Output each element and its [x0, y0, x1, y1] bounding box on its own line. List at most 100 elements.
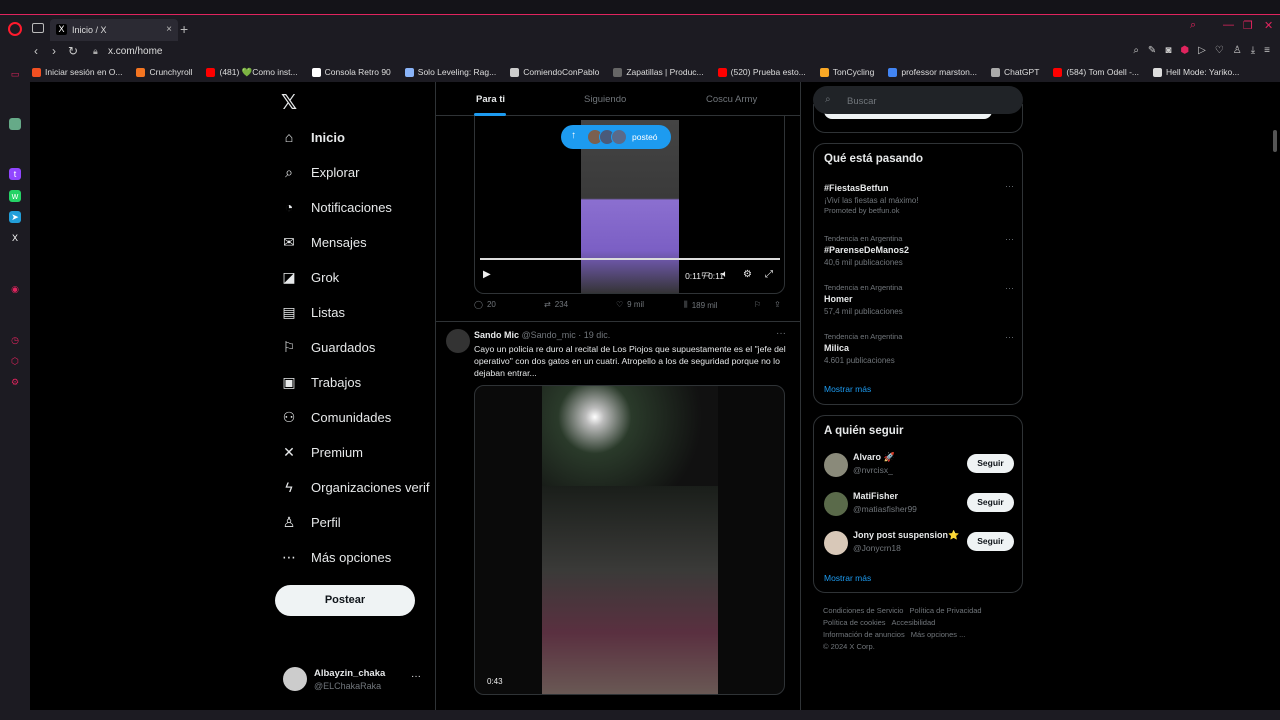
search-tabs-icon[interactable]: ⌕: [1190, 19, 1196, 32]
more-icon[interactable]: ···: [411, 671, 421, 682]
views-button[interactable]: ⫼ 189 mil: [684, 300, 717, 310]
bookmark-item[interactable]: Zapatillas | Produc...: [613, 67, 704, 77]
follow-suggestion[interactable]: Jony post suspension⭐ @Jonycrn18 Seguir: [824, 530, 1014, 558]
vpn-shield-icon[interactable]: ⬢: [1180, 45, 1189, 56]
post-button[interactable]: Postear: [275, 585, 415, 616]
nav-item-notificaciones[interactable]: ◔ Notificaciones: [281, 195, 441, 219]
video-progress-bar[interactable]: [480, 258, 780, 260]
minimize-icon[interactable]: —: [1223, 19, 1234, 31]
follow-suggestion[interactable]: Alvaro 🚀 @nvrcisx_ Seguir: [824, 452, 1014, 480]
bookmark-item[interactable]: Consola Retro 90: [311, 67, 391, 77]
footer-link[interactable]: Información de anuncios: [823, 630, 905, 639]
cube-icon[interactable]: ⬡: [9, 355, 21, 367]
bookmark-item[interactable]: Solo Leveling: Rag...: [404, 67, 496, 77]
page-scrollbar[interactable]: [1273, 130, 1277, 152]
nav-item-premium[interactable]: ✕ Premium: [281, 440, 441, 464]
more-icon[interactable]: ···: [1005, 332, 1014, 342]
browser-tab[interactable]: X Inicio / X ×: [50, 19, 178, 41]
bookmark-item[interactable]: Hell Mode: Yariko...: [1152, 67, 1239, 77]
twitch-icon[interactable]: t: [9, 168, 21, 180]
tweet2-video[interactable]: 0:43: [474, 385, 785, 695]
avatar[interactable]: [446, 329, 470, 353]
settings-icon[interactable]: ⚙: [743, 269, 752, 280]
history-icon[interactable]: ◷: [9, 334, 21, 346]
bookmark-item[interactable]: professor marston...: [888, 67, 977, 77]
footer-link[interactable]: Más opciones ...: [911, 630, 966, 639]
nav-item-organizaciones[interactable]: ϟ Organizaciones verif: [281, 475, 441, 499]
nav-item-guardados[interactable]: ⚐ Guardados: [281, 335, 441, 359]
url-field[interactable]: x.com/home: [108, 46, 162, 57]
whatsapp-icon[interactable]: w: [9, 190, 21, 202]
play-icon[interactable]: ▷: [1198, 45, 1206, 56]
fullscreen-icon[interactable]: ⤢: [765, 269, 773, 280]
nav-item-más[interactable]: ⋯ Más opciones: [281, 545, 441, 569]
author-handle[interactable]: @Sando_mic · 19 dic.: [522, 330, 611, 340]
new-tab-button[interactable]: +: [180, 21, 188, 37]
nav-item-explorar[interactable]: ⌕ Explorar: [281, 160, 441, 184]
more-icon[interactable]: ···: [1005, 283, 1014, 293]
follow-button[interactable]: Seguir: [967, 532, 1014, 551]
edit-icon[interactable]: ✎: [1148, 45, 1156, 56]
footer-link[interactable]: Accesibilidad: [892, 618, 936, 627]
follow-button[interactable]: Seguir: [967, 493, 1014, 512]
nav-item-mensajes[interactable]: ✉ Mensajes: [281, 230, 441, 254]
show-more-link[interactable]: Mostrar más: [824, 573, 871, 583]
follow-suggestion[interactable]: MatiFisher @matiasfisher99 Seguir: [824, 491, 1014, 519]
tab-siguiendo[interactable]: Siguiendo: [584, 94, 626, 105]
captions-icon[interactable]: ▭: [701, 269, 710, 280]
like-button[interactable]: ♡ 9 mil: [616, 300, 644, 309]
nav-item-listas[interactable]: ▤ Listas: [281, 300, 441, 324]
nav-item-grok[interactable]: ◪ Grok: [281, 265, 441, 289]
nav-item-perfil[interactable]: ♙ Perfil: [281, 510, 441, 534]
new-posts-pill[interactable]: ↑ posteó: [561, 125, 671, 149]
nav-item-inicio[interactable]: ⌂ Inicio: [281, 125, 441, 149]
x-sidebar-icon[interactable]: X: [9, 232, 21, 244]
follow-button[interactable]: Seguir: [967, 454, 1014, 473]
maximize-icon[interactable]: ❐: [1243, 19, 1253, 32]
trend-item[interactable]: Tendencia en Argentina Homer 57,4 mil publ…: [824, 283, 1014, 316]
account-switcher[interactable]: Albayzin_chaka @ELChakaRaka ···: [283, 665, 433, 695]
tab-islands-icon[interactable]: [32, 23, 44, 33]
profile-icon[interactable]: ♙: [1233, 45, 1242, 56]
repost-button[interactable]: ⇄ 234: [544, 300, 568, 309]
footer-link[interactable]: Política de cookies: [823, 618, 886, 627]
reply-button[interactable]: ◯ 20: [474, 300, 496, 309]
show-more-link[interactable]: Mostrar más: [824, 384, 871, 394]
menu-icon[interactable]: ≡: [1264, 45, 1270, 56]
footer-link[interactable]: Política de Privacidad: [909, 606, 981, 615]
trend-item[interactable]: Tendencia en Argentina Milica 4.601 public…: [824, 332, 1014, 365]
camera-icon[interactable]: ◙: [1165, 45, 1171, 56]
forward-icon[interactable]: ›: [52, 44, 56, 58]
bookmark-item[interactable]: ComiendoConPablo: [510, 67, 599, 77]
telegram-icon[interactable]: ➤: [9, 211, 21, 223]
opera-logo-icon[interactable]: [8, 22, 22, 36]
bookmark-item[interactable]: (481) 💚Como inst...: [206, 67, 298, 78]
trend-item[interactable]: Tendencia en Argentina #ParenseDeManos2 40…: [824, 234, 1014, 267]
heart-icon[interactable]: ♡: [1215, 45, 1224, 56]
volume-icon[interactable]: 🔈︎: [722, 269, 728, 280]
bookmark-item[interactable]: ChatGPT: [990, 67, 1039, 77]
author-name[interactable]: Sando Mic: [474, 330, 519, 340]
play-icon[interactable]: ▶: [483, 269, 491, 280]
close-window-icon[interactable]: ✕: [1264, 19, 1273, 32]
app-sidebar-icon[interactable]: [9, 118, 21, 130]
trend-item[interactable]: #FiestasBetfun ¡Viví las fiestas al máxim…: [824, 181, 1014, 215]
tab-coscu-army[interactable]: Coscu Army: [706, 94, 757, 105]
download-icon[interactable]: ⤓: [1251, 45, 1255, 56]
bookmark-item[interactable]: (520) Prueba esto...: [717, 67, 806, 77]
bookmark-item[interactable]: (584) Tom Odell -...: [1053, 67, 1139, 77]
settings-icon[interactable]: ⚙: [9, 376, 21, 388]
back-icon[interactable]: ‹: [34, 44, 38, 58]
bookmark-item[interactable]: Iniciar sesión en O...: [32, 67, 122, 77]
bookmark-button[interactable]: ⚐: [754, 300, 761, 309]
tab-close-icon[interactable]: ×: [166, 24, 172, 35]
home-sidebar-icon[interactable]: ▭: [9, 68, 21, 80]
more-icon[interactable]: ···: [776, 328, 786, 339]
bookmark-item[interactable]: Crunchyroll: [136, 67, 192, 77]
tab-para-ti[interactable]: Para ti: [476, 94, 505, 105]
bookmark-item[interactable]: TonCycling: [819, 67, 874, 77]
search-input[interactable]: ⌕ Buscar: [813, 86, 1023, 114]
x-logo-icon[interactable]: 𝕏: [281, 90, 297, 115]
more-icon[interactable]: ···: [1005, 234, 1014, 244]
reload-icon[interactable]: ↻: [68, 44, 78, 58]
